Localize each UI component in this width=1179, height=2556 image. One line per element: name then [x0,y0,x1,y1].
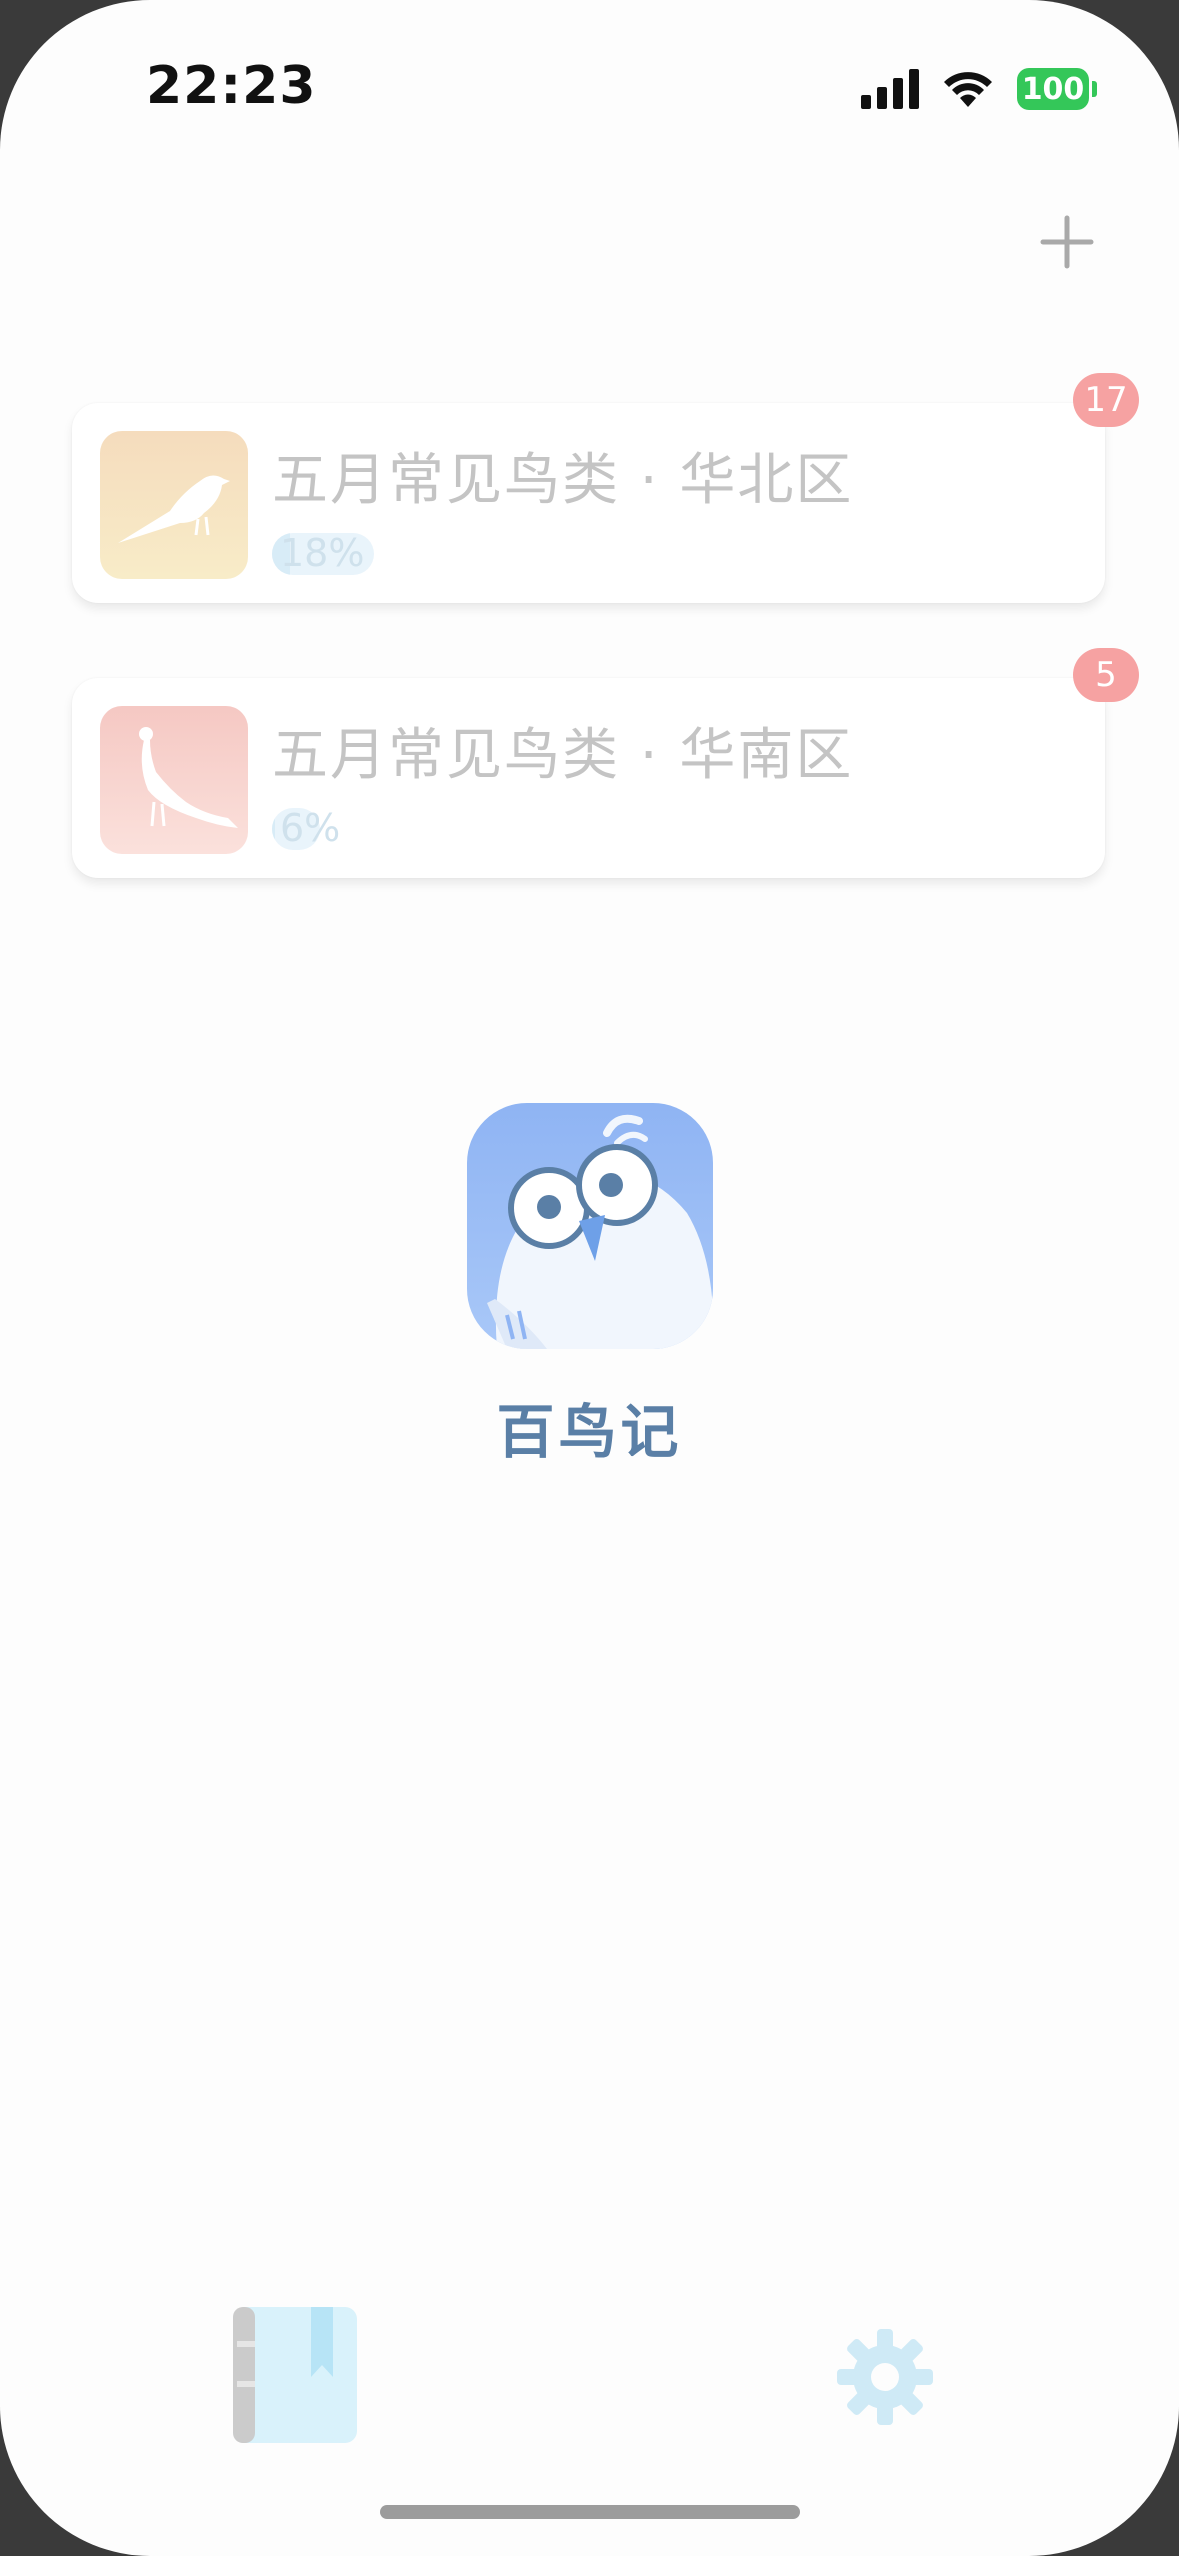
screen: 22:23 100 五月常见鸟类 · 华北区 18% 17 五月常见鸟类 · 华… [0,0,1179,2556]
plus-icon[interactable] [1035,210,1099,274]
progress-text: 18% [280,531,365,575]
status-icons: 100 [861,66,1097,112]
app-name: 百鸟记 [496,1398,683,1466]
count-badge: 17 [1073,373,1139,427]
list-card-north[interactable]: 五月常见鸟类 · 华北区 18% [72,403,1105,603]
status-time: 22:23 [146,56,317,116]
signal-icon [861,69,919,109]
owl-logo-icon [467,1103,713,1349]
book-icon[interactable] [233,2307,357,2443]
peacock-icon [100,706,248,854]
list-title: 五月常见鸟类 · 华南区 [272,723,854,788]
list-title: 五月常见鸟类 · 华北区 [272,448,854,513]
count-badge: 5 [1073,648,1139,702]
wifi-icon [944,72,992,107]
gear-icon[interactable] [835,2327,935,2427]
home-indicator[interactable] [380,2505,800,2519]
battery-indicator: 100 [1017,68,1097,110]
list-card-south[interactable]: 五月常见鸟类 · 华南区 6% [72,678,1105,878]
progress-text: 6% [280,806,341,850]
magpie-icon [100,431,248,579]
